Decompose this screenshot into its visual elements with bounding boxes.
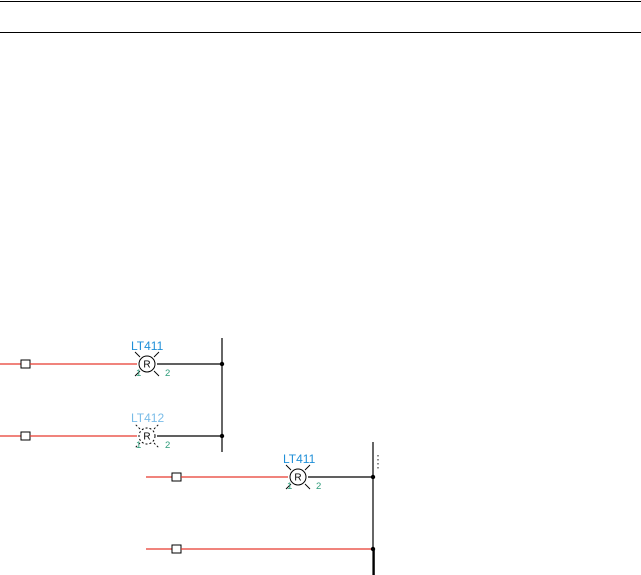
lamp-symbol-ghost[interactable]: R LT412 1 2 bbox=[131, 411, 170, 451]
junction-dot bbox=[370, 474, 376, 480]
junction-dot bbox=[370, 546, 376, 552]
pin-label-1: 1 bbox=[136, 368, 141, 379]
lamp-letter: R bbox=[143, 432, 150, 443]
lamp-symbol[interactable]: R LT411 1 2 bbox=[283, 452, 321, 492]
pin-label-2: 2 bbox=[165, 440, 170, 451]
lamp-letter: R bbox=[294, 473, 301, 484]
junction-dot bbox=[219, 361, 225, 367]
terminal-square[interactable] bbox=[20, 359, 31, 369]
lamp-ray bbox=[153, 442, 160, 449]
lamp-tag[interactable]: LT412 bbox=[131, 411, 164, 425]
terminal-square[interactable] bbox=[20, 431, 31, 441]
pin-label-1: 1 bbox=[136, 440, 141, 451]
lamp-symbol[interactable]: R LT411 1 2 bbox=[131, 339, 170, 379]
junction-dot bbox=[219, 433, 225, 439]
lamp-letter: R bbox=[143, 360, 150, 371]
schematic-canvas[interactable]: R LT411 1 2 R LT412 1 2 R LT411 1 2 bbox=[0, 0, 641, 575]
lamp-ray bbox=[304, 483, 311, 490]
pin-label-1: 1 bbox=[287, 481, 292, 492]
pin-label-2: 2 bbox=[165, 368, 170, 379]
lamp-ray bbox=[153, 370, 160, 377]
terminal-square[interactable] bbox=[171, 544, 182, 554]
pin-label-2: 2 bbox=[316, 481, 321, 492]
lamp-tag[interactable]: LT411 bbox=[283, 452, 316, 466]
lamp-tag[interactable]: LT411 bbox=[131, 339, 164, 353]
terminal-square[interactable] bbox=[171, 472, 182, 482]
